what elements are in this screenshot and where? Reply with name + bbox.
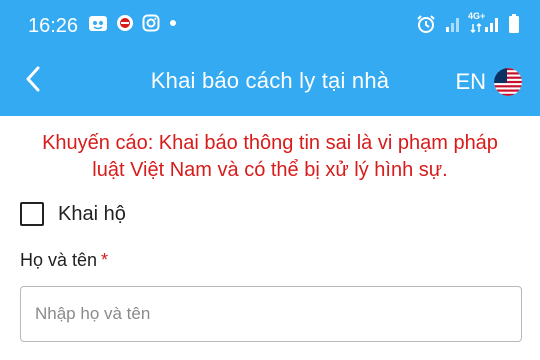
network-label: 4G+: [468, 11, 486, 21]
status-time: 16:26: [28, 15, 79, 37]
game-icon: [116, 14, 134, 37]
signal-icon: [444, 15, 462, 38]
battery-icon: [508, 14, 520, 39]
status-left-icons: [88, 14, 178, 37]
declare-for-others-checkbox[interactable]: [20, 202, 44, 226]
declare-for-others-label: Khai hộ: [58, 202, 126, 225]
alarm-icon: [416, 14, 436, 39]
app-notification-icon: [88, 14, 108, 37]
full-name-input[interactable]: [20, 286, 522, 342]
required-mark: *: [101, 250, 109, 270]
app-bar: Khai báo cách ly tại nhà EN: [0, 50, 540, 116]
us-flag-icon: [494, 68, 522, 96]
language-switch[interactable]: EN: [455, 62, 522, 102]
full-name-label-text: Họ và tên: [20, 250, 98, 270]
signal-4g-icon: 4G+: [468, 11, 500, 38]
status-right-icons: 4G+: [416, 11, 520, 39]
instagram-icon: [142, 14, 160, 37]
dot-icon: [168, 14, 178, 37]
full-name-label: Họ và tên *: [20, 250, 108, 271]
status-bar: 16:26 4G+: [0, 0, 540, 50]
legal-warning: Khuyến cáo: Khai báo thông tin sai là vi…: [42, 132, 498, 181]
declare-for-others-row[interactable]: Khai hộ: [20, 202, 126, 226]
language-label: EN: [455, 69, 486, 94]
